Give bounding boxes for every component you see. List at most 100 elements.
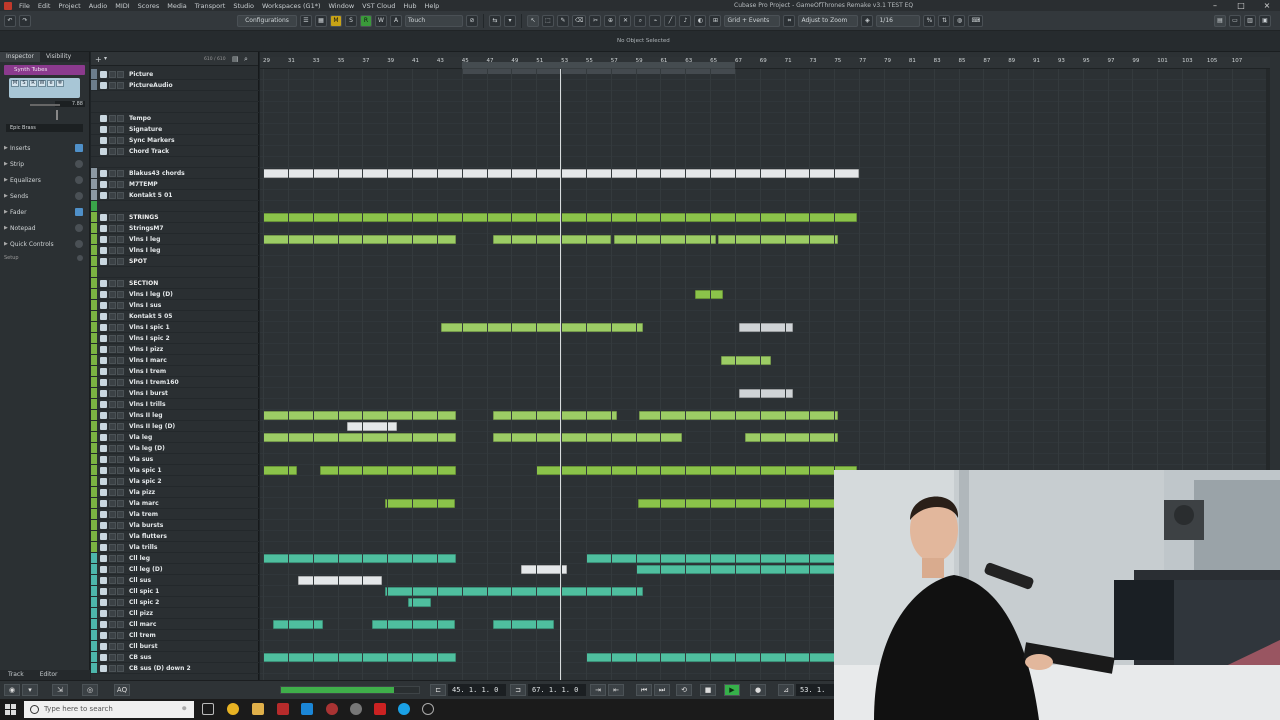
midi-part[interactable]: [638, 499, 866, 508]
solo-button[interactable]: [117, 620, 124, 628]
notepad-icon[interactable]: [75, 224, 83, 232]
mute-button[interactable]: [109, 235, 116, 243]
solo-button[interactable]: [117, 224, 124, 232]
mute-button[interactable]: [109, 114, 116, 122]
settings-icon[interactable]: [350, 703, 362, 715]
solo-button[interactable]: S: [20, 80, 28, 87]
section-sends[interactable]: ▶ Sends: [4, 188, 89, 204]
solo-button[interactable]: [117, 389, 124, 397]
chevron-down-icon[interactable]: ▾: [104, 55, 107, 62]
track-row[interactable]: Vlns I trem: [91, 366, 259, 377]
track-row[interactable]: [91, 201, 259, 212]
solo-button[interactable]: [117, 312, 124, 320]
track-row[interactable]: Vlns I trills: [91, 399, 259, 410]
solo-button[interactable]: [117, 598, 124, 606]
menu-studio[interactable]: Studio: [229, 2, 258, 10]
left-locator-icon[interactable]: ⊏: [430, 684, 446, 696]
snap-type-dropdown[interactable]: Grid + Events: [724, 14, 781, 27]
solo-button[interactable]: [117, 521, 124, 529]
track-row[interactable]: Cll trem: [91, 630, 259, 641]
track-row[interactable]: Tempo: [91, 113, 259, 124]
track-row[interactable]: Signature: [91, 124, 259, 135]
automation-mode-dropdown[interactable]: Touch: [405, 14, 463, 27]
position-display[interactable]: 53. 1. 1: [796, 684, 834, 706]
file-explorer-icon[interactable]: [252, 703, 264, 715]
record-icon[interactable]: ●: [750, 684, 766, 696]
track-row[interactable]: Vla sus: [91, 454, 259, 465]
mute-button[interactable]: [109, 378, 116, 386]
track-row[interactable]: Cll pizz: [91, 608, 259, 619]
taskbar-search-input[interactable]: Type here to search: [24, 701, 194, 718]
mute-button[interactable]: [109, 609, 116, 617]
ruler[interactable]: 29 31 33 35 37 39 41 43 45 47 49 51 53 55 57 59 61 63 65 67…: [260, 57, 1270, 74]
app-icon[interactable]: [326, 703, 338, 715]
track-row[interactable]: Cll leg (D): [91, 564, 259, 575]
track-row[interactable]: Vlns I leg: [91, 234, 259, 245]
mute-button[interactable]: [109, 246, 116, 254]
track-row[interactable]: Cll burst: [91, 641, 259, 652]
minimize-icon[interactable]: –: [1202, 0, 1228, 11]
midi-part[interactable]: [440, 323, 644, 332]
tab-editor[interactable]: Editor: [32, 670, 66, 680]
quantize-panel-icon[interactable]: ◍: [953, 14, 966, 27]
read-button[interactable]: R: [29, 80, 37, 87]
menu-vst-cloud[interactable]: VST Cloud: [358, 2, 399, 10]
mute-button[interactable]: [109, 455, 116, 463]
solo-button[interactable]: [117, 587, 124, 595]
track-row[interactable]: Picture: [91, 69, 259, 80]
solo-button[interactable]: [117, 466, 124, 474]
track-row[interactable]: Vlns I pizz: [91, 344, 259, 355]
go-to-start-icon[interactable]: ⏮: [636, 684, 652, 696]
menu-help[interactable]: Help: [420, 2, 443, 10]
track-row[interactable]: CB sus (D) down 2: [91, 663, 259, 674]
gear-icon[interactable]: [77, 255, 83, 261]
solo-button[interactable]: [117, 400, 124, 408]
midi-part[interactable]: [297, 576, 383, 585]
solo-button[interactable]: [117, 213, 124, 221]
track-row[interactable]: Vlns I leg (D): [91, 289, 259, 300]
midi-part[interactable]: [492, 433, 682, 442]
midi-part[interactable]: [272, 620, 323, 629]
mute-button[interactable]: [109, 191, 116, 199]
track-row[interactable]: PictureAudio: [91, 80, 259, 91]
automation-a-button[interactable]: A: [390, 14, 402, 27]
track-row[interactable]: Vla flutters: [91, 531, 259, 542]
mute-button[interactable]: [109, 169, 116, 177]
track-row[interactable]: Vla leg (D): [91, 443, 259, 454]
solo-button[interactable]: [117, 246, 124, 254]
track-row[interactable]: Cll spic 2: [91, 597, 259, 608]
mute-button[interactable]: [109, 565, 116, 573]
undo-icon[interactable]: ↶: [4, 14, 16, 27]
mute-button[interactable]: [109, 213, 116, 221]
solo-button[interactable]: [117, 367, 124, 375]
solo-button[interactable]: [117, 114, 124, 122]
eq-icon[interactable]: [75, 176, 83, 184]
track-row[interactable]: Blakus43 chords: [91, 168, 259, 179]
mute-button[interactable]: [109, 81, 116, 89]
cycle-icon[interactable]: ⟲: [676, 684, 692, 696]
freeze-icon[interactable]: ❄: [56, 80, 64, 87]
track-row[interactable]: Cll spic 1: [91, 586, 259, 597]
track-row[interactable]: STRINGS: [91, 212, 259, 223]
menu-edit[interactable]: Edit: [34, 2, 55, 10]
menu-scores[interactable]: Scores: [134, 2, 164, 10]
track-row[interactable]: Kontakt 5 05: [91, 311, 259, 322]
pan-knob[interactable]: [56, 110, 58, 120]
inspector-track-name[interactable]: Synth Tubes: [4, 65, 85, 75]
mute-button[interactable]: [109, 356, 116, 364]
mute-button[interactable]: [109, 323, 116, 331]
solo-button[interactable]: [117, 444, 124, 452]
midi-part[interactable]: [492, 620, 554, 629]
left-locator-display[interactable]: 45. 1. 1. 0: [448, 684, 506, 696]
solo-button[interactable]: [117, 323, 124, 331]
strip-icon[interactable]: [75, 160, 83, 168]
mute-button[interactable]: [109, 147, 116, 155]
track-row[interactable]: Vla marc: [91, 498, 259, 509]
play-icon[interactable]: ▶: [724, 684, 740, 696]
track-row[interactable]: Vla trills: [91, 542, 259, 553]
menu-transport[interactable]: Transport: [191, 2, 230, 10]
grid-mode-dropdown[interactable]: Adjust to Zoom: [798, 14, 859, 27]
mute-button[interactable]: [109, 411, 116, 419]
track-filter-icon[interactable]: ▤: [232, 55, 239, 63]
menu-hub[interactable]: Hub: [399, 2, 420, 10]
